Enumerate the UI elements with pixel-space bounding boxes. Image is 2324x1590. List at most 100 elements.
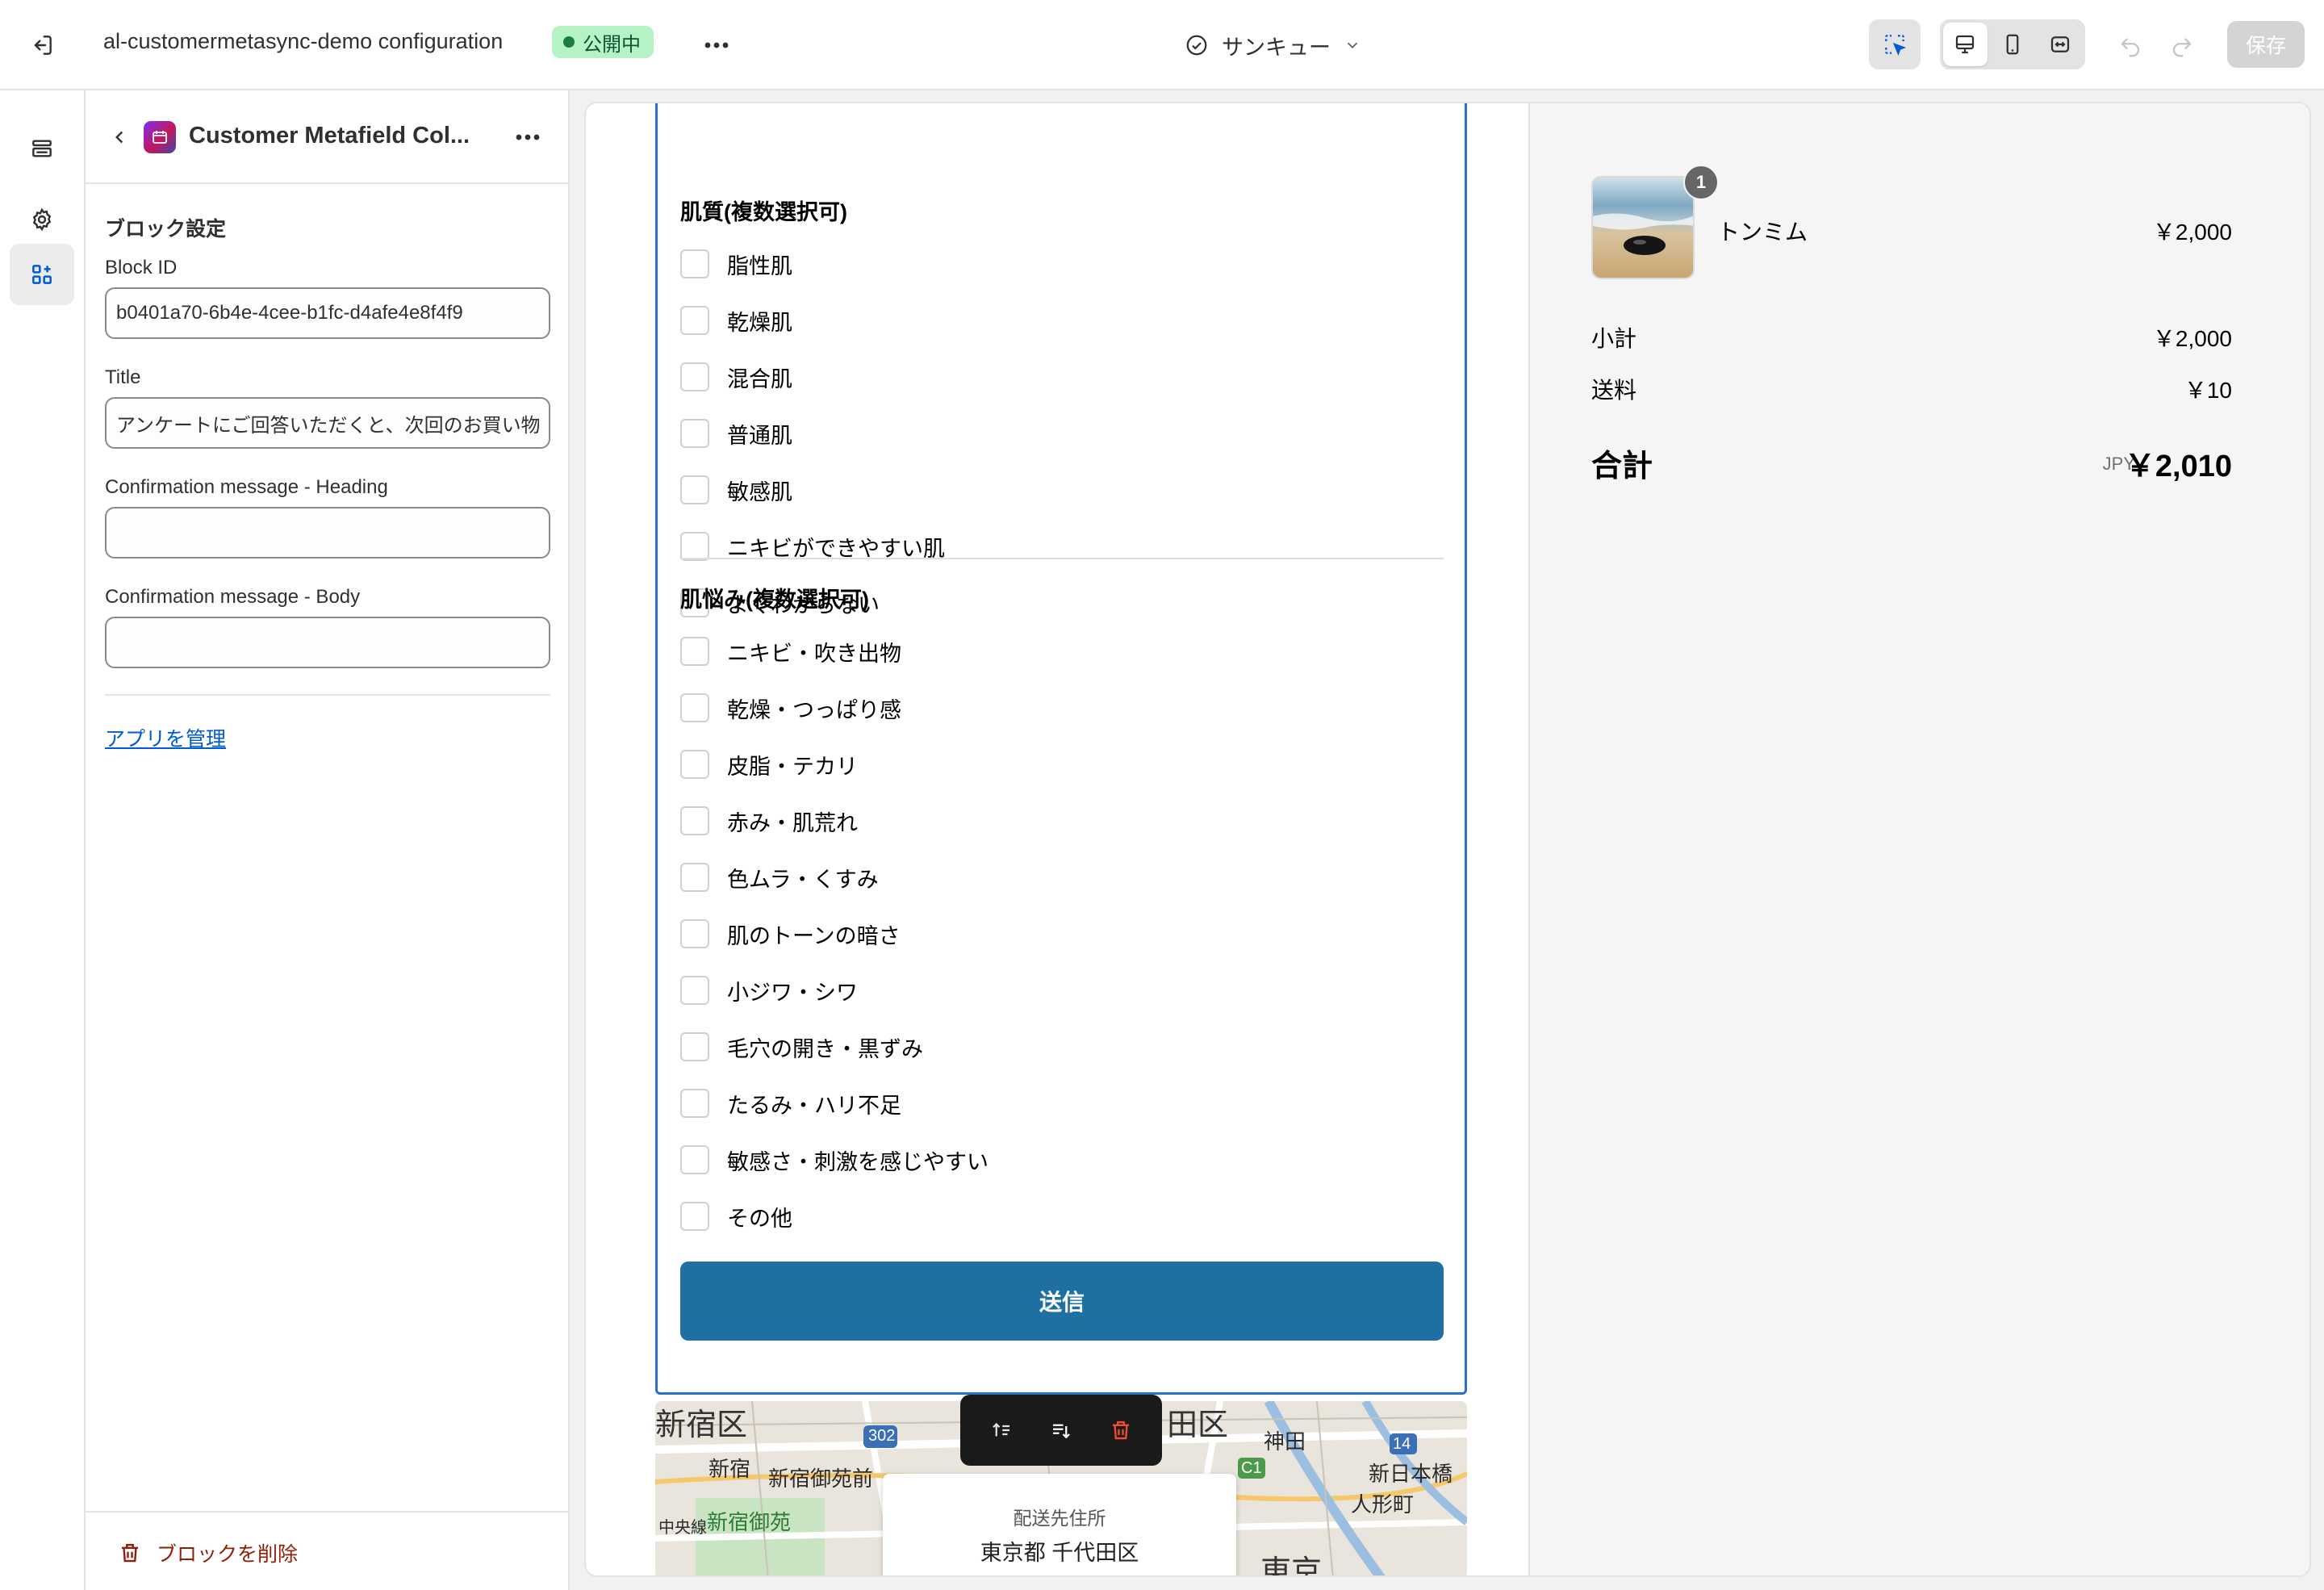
mobile-view-button[interactable] xyxy=(1991,23,2035,66)
map-label: 新宿 xyxy=(708,1457,751,1481)
checkbox-option[interactable]: 脂性肌 xyxy=(680,248,792,280)
apps-nav-button[interactable] xyxy=(10,244,74,305)
divider xyxy=(105,694,550,696)
checkbox[interactable] xyxy=(680,249,709,278)
more-actions-button[interactable] xyxy=(697,27,736,63)
shipping-label: 送料 xyxy=(1591,378,1637,403)
survey-form-block[interactable]: 肌質(複数選択可) 脂性肌 乾燥肌 混合肌 普通肌 敏感肌 ニキビができやすい肌 よくわから… xyxy=(655,103,1467,1395)
heading-field[interactable] xyxy=(105,507,550,559)
checkbox[interactable] xyxy=(680,1202,709,1231)
redo-button[interactable] xyxy=(2164,29,2200,65)
delete-block-button[interactable]: ブロックを削除 xyxy=(118,1538,298,1567)
address-card: 配送先住所 東京都 千代田区 xyxy=(883,1474,1236,1575)
checkbox[interactable] xyxy=(680,306,709,335)
checkbox-option[interactable]: 乾燥肌 xyxy=(680,304,792,337)
checkbox-option[interactable]: 皮脂・テカリ xyxy=(680,748,858,780)
checkbox-option[interactable]: 赤み・肌荒れ xyxy=(680,805,858,837)
checkbox-label: 赤み・肌荒れ xyxy=(727,810,858,835)
save-button[interactable]: 保存 xyxy=(2227,21,2305,68)
page-select[interactable]: サンキュー xyxy=(1185,26,1361,65)
desktop-icon xyxy=(1956,35,1975,54)
checkbox[interactable] xyxy=(680,362,709,391)
page-select-label: サンキュー xyxy=(1222,35,1331,60)
map-label: 新日本橋 xyxy=(1369,1462,1453,1486)
back-button[interactable] xyxy=(102,119,137,155)
sections-icon xyxy=(32,140,52,157)
checkbox-label: 皮脂・テカリ xyxy=(727,754,858,779)
checkbox[interactable] xyxy=(680,806,709,835)
checkbox[interactable] xyxy=(680,976,709,1005)
checkbox-option[interactable]: たるみ・ハリ不足 xyxy=(680,1087,901,1119)
chevron-left-icon xyxy=(115,131,123,144)
checkbox-option[interactable]: 小ジワ・シワ xyxy=(680,974,858,1006)
select-tool-button[interactable] xyxy=(1869,19,1921,69)
status-dot-icon xyxy=(563,36,575,48)
status-label: 公開中 xyxy=(583,33,641,56)
panel-more-button[interactable] xyxy=(508,119,547,155)
order-summary: 1 トンミム ￥2,000 小計 ￥2,000 送料 ￥10 合計 JPY ￥2… xyxy=(1528,103,2309,1575)
sections-nav-button[interactable] xyxy=(10,118,74,179)
block-id-field[interactable] xyxy=(105,287,550,339)
checkbox-label: その他 xyxy=(727,1206,792,1231)
checkbox-label: 肌のトーンの暗さ xyxy=(727,923,901,948)
checkbox[interactable] xyxy=(680,750,709,779)
checkbox[interactable] xyxy=(680,919,709,948)
checkbox[interactable] xyxy=(680,693,709,722)
checkbox-option[interactable]: 敏感肌 xyxy=(680,474,792,506)
checkbox[interactable] xyxy=(680,863,709,892)
delete-button[interactable] xyxy=(1100,1409,1142,1451)
exit-icon xyxy=(34,36,52,55)
map-label: 東京 xyxy=(1260,1555,1323,1577)
checkbox[interactable] xyxy=(680,532,709,561)
map-label: 神田 xyxy=(1264,1429,1306,1454)
body-field[interactable] xyxy=(105,617,550,668)
checkbox-option[interactable]: 肌のトーンの暗さ xyxy=(680,918,901,950)
checkbox-option[interactable]: 毛穴の開き・黒ずみ xyxy=(680,1031,923,1063)
more-horizontal-icon xyxy=(516,134,540,140)
checkbox[interactable] xyxy=(680,1089,709,1118)
move-up-button[interactable] xyxy=(980,1409,1022,1451)
redo-icon xyxy=(2172,38,2192,57)
block-id-label: Block ID xyxy=(105,257,178,278)
checkbox[interactable] xyxy=(680,1032,709,1061)
expand-icon xyxy=(2050,36,2069,52)
checkbox[interactable] xyxy=(680,475,709,504)
checkbox-label: 脂性肌 xyxy=(727,253,792,278)
checkbox-option[interactable]: その他 xyxy=(680,1200,792,1232)
submit-button[interactable]: 送信 xyxy=(680,1262,1444,1341)
desktop-view-button[interactable] xyxy=(1943,23,1988,66)
map-label: 14 xyxy=(1393,1435,1411,1453)
app-title: al-customermetasync-demo configuration xyxy=(103,29,504,53)
checkbox-option[interactable]: 普通肌 xyxy=(680,417,792,450)
heading-label: Confirmation message - Heading xyxy=(105,476,388,498)
title-field[interactable] xyxy=(105,397,550,449)
checkbox-option[interactable]: 色ムラ・くすみ xyxy=(680,861,879,893)
mobile-icon xyxy=(2006,34,2019,55)
map-label: 302 xyxy=(868,1427,896,1445)
checkbox-label: 敏感肌 xyxy=(727,479,792,504)
settings-nav-button[interactable] xyxy=(10,189,74,250)
checkbox-option[interactable]: ニキビ・吹き出物 xyxy=(680,635,901,667)
map-label: 中央線 xyxy=(658,1519,707,1537)
checkout-preview: 肌質(複数選択可) 脂性肌 乾燥肌 混合肌 普通肌 敏感肌 ニキビができやすい肌 よくわから… xyxy=(584,102,2311,1577)
panel-footer: ブロックを削除 xyxy=(86,1511,568,1590)
checkbox-label: 混合肌 xyxy=(727,366,792,391)
checkbox[interactable] xyxy=(680,637,709,666)
chevron-down-icon xyxy=(1347,42,1358,49)
fullscreen-view-button[interactable] xyxy=(2038,23,2082,66)
undo-button[interactable] xyxy=(2113,29,2148,65)
viewport-switcher xyxy=(1940,19,2085,69)
move-down-button[interactable] xyxy=(1040,1409,1082,1451)
checkbox[interactable] xyxy=(680,419,709,448)
checkbox-option[interactable]: 乾燥・つっぱり感 xyxy=(680,692,901,724)
exit-button[interactable] xyxy=(24,27,60,63)
shipping-value: ￥10 xyxy=(2184,378,2232,403)
body-label: Confirmation message - Body xyxy=(105,586,361,608)
checkbox-label: 小ジワ・シワ xyxy=(727,980,858,1005)
checkbox-option[interactable]: 敏感さ・刺激を感じやすい xyxy=(680,1144,989,1176)
manage-app-link[interactable]: アプリを管理 xyxy=(105,723,226,752)
checkbox[interactable] xyxy=(680,1145,709,1174)
divider xyxy=(680,558,1444,559)
checkbox-label: 乾燥・つっぱり感 xyxy=(727,697,901,722)
checkbox-option[interactable]: 混合肌 xyxy=(680,361,792,393)
